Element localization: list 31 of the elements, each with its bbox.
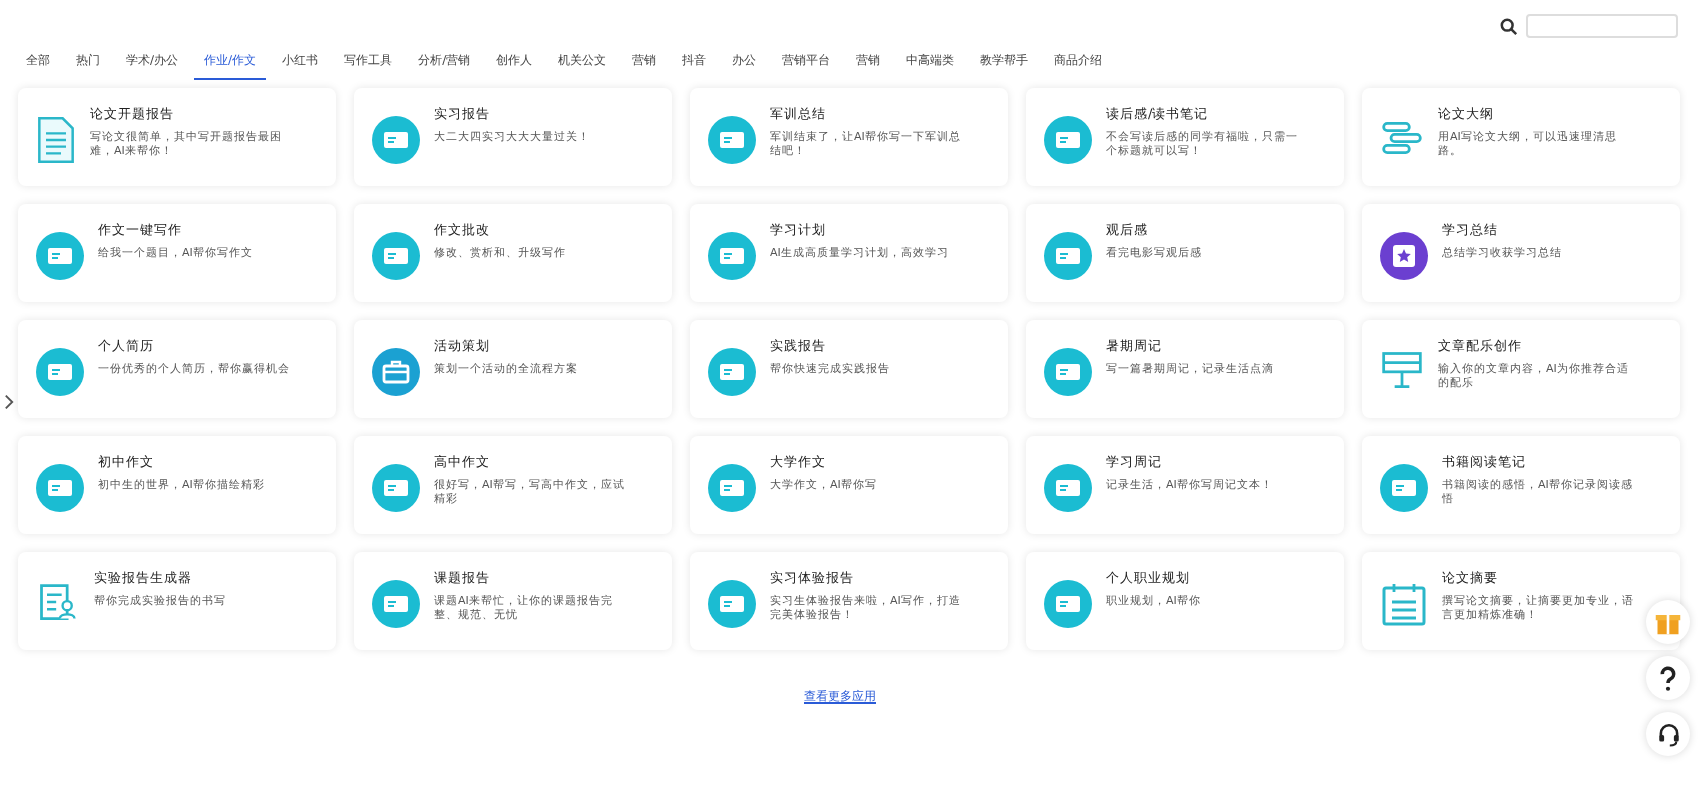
form-icon: [36, 580, 80, 624]
card-icon: [372, 580, 420, 628]
card-icon: [36, 464, 84, 512]
card-icon: [372, 464, 420, 512]
card-icon: [36, 348, 84, 396]
card-icon: [1044, 232, 1092, 280]
board-icon: [1380, 348, 1424, 392]
card-icon: [1380, 464, 1428, 512]
headset-icon: [1655, 721, 1681, 747]
outline-icon: [1380, 116, 1424, 160]
card-icon: [708, 232, 756, 280]
support-button[interactable]: [1646, 712, 1690, 756]
card-icon: [708, 464, 756, 512]
card-icon: [1044, 116, 1092, 164]
card-icon: [708, 348, 756, 396]
card-icon: [372, 232, 420, 280]
card-icon: [1044, 580, 1092, 628]
briefcase-icon: [372, 348, 420, 396]
expand-icon[interactable]: [4, 394, 14, 410]
help-button[interactable]: [1646, 656, 1690, 700]
calendar-icon: [1380, 580, 1428, 628]
question-icon: [1658, 665, 1678, 691]
search-field[interactable]: [1500, 12, 1678, 40]
document-icon: [36, 116, 76, 164]
card-icon: [708, 116, 756, 164]
card-icon: [36, 232, 84, 280]
card-icon: [372, 116, 420, 164]
card-icon: [1044, 464, 1092, 512]
card-icon: [1044, 348, 1092, 396]
card-icon: [708, 580, 756, 628]
search-icon: [1500, 17, 1518, 35]
